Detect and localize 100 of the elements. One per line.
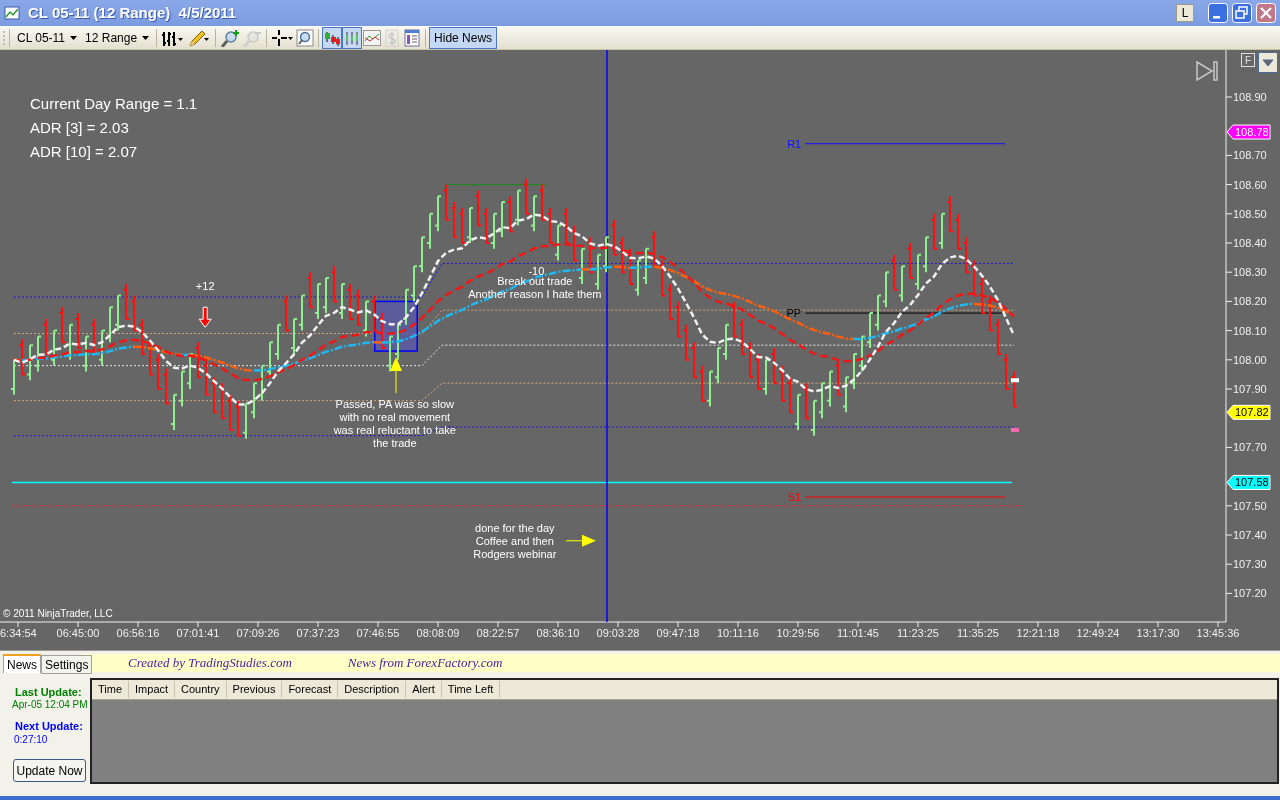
right-arrow-icon <box>566 534 596 547</box>
tick-mark <box>1217 621 1219 628</box>
axis-label: 07:37:23 <box>296 627 340 639</box>
axis-label: 108.50 <box>1233 207 1267 220</box>
trade-label: +12 <box>195 279 215 292</box>
scroll-end-icon[interactable] <box>1196 60 1218 82</box>
news-tab[interactable]: Settings <box>41 655 93 674</box>
tick-mark <box>1225 271 1233 273</box>
pivot-label: PP <box>786 307 802 320</box>
axis-label: 108.10 <box>1233 324 1267 337</box>
credit-text: News from ForexFactory.com <box>347 654 503 673</box>
axis-label: 107.50 <box>1233 499 1267 512</box>
tick-mark <box>257 621 259 628</box>
tick-mark <box>377 621 379 628</box>
tick-mark <box>1037 621 1039 628</box>
magnifier-icon <box>296 28 315 47</box>
tick-mark <box>1157 621 1159 628</box>
axis-label: 08:08:09 <box>416 627 460 639</box>
link-button[interactable]: L <box>1176 4 1194 22</box>
copyright-text: © 2011 NinjaTrader, LLC <box>3 608 113 619</box>
hide-news-button[interactable]: Hide News <box>429 26 498 49</box>
axis-label: 08:36:10 <box>536 627 580 639</box>
tick-mark <box>1225 388 1233 390</box>
news-tab[interactable]: News <box>3 654 41 673</box>
tick-mark <box>857 621 859 628</box>
tick-mark <box>437 621 439 628</box>
f-button[interactable]: F <box>1241 53 1255 67</box>
trade-label: -10 <box>528 265 545 278</box>
axis-label: 108.30 <box>1233 266 1267 279</box>
last-update-time: Apr-05 12:04 PM <box>12 698 88 712</box>
pencil-icon <box>187 28 212 47</box>
column-header[interactable]: Alert <box>406 681 442 698</box>
tick-mark <box>1225 330 1233 332</box>
axis-label: 13:17:30 <box>1136 627 1180 639</box>
window-title: CL 05-11 (12 Range) 4/5/2011 <box>28 2 237 23</box>
instrument-dropdown[interactable]: CL 05-11 <box>13 27 82 48</box>
column-header[interactable]: Country <box>175 681 227 698</box>
magnifier-button[interactable] <box>295 26 316 49</box>
stat-text: Current Day Range = 1.1 <box>30 95 198 112</box>
tick-mark <box>1225 592 1233 594</box>
tick-mark <box>1225 96 1233 98</box>
price-tag: 107.82 <box>1226 404 1271 420</box>
price-tag: 108.78 <box>1226 124 1271 140</box>
axis-label: 107.90 <box>1233 383 1267 395</box>
column-header[interactable]: Time Left <box>441 681 501 698</box>
tick-mark <box>1225 359 1233 361</box>
properties-button[interactable] <box>402 26 423 49</box>
tick-mark <box>497 621 499 628</box>
axis-label: 107.70 <box>1233 441 1267 454</box>
axis-label: 07:46:55 <box>356 627 400 639</box>
tick-mark <box>17 621 19 628</box>
line-chart-icon <box>363 28 382 47</box>
tick-mark <box>557 621 559 628</box>
tick-mark <box>617 621 619 628</box>
axis-label: 108.00 <box>1233 353 1267 366</box>
axis-label: 10:29:56 <box>776 627 820 639</box>
axis-label: 107.30 <box>1233 558 1267 571</box>
close-icon[interactable] <box>1256 3 1276 23</box>
minimize-icon[interactable] <box>1208 3 1228 23</box>
tick-mark <box>1225 213 1233 215</box>
zoom-in-icon <box>220 28 241 47</box>
column-header[interactable]: Time <box>92 681 130 698</box>
axis-label: 07:01:41 <box>176 627 220 639</box>
dropdown-button[interactable] <box>1258 52 1278 73</box>
restore-icon[interactable] <box>1232 3 1252 23</box>
tick-mark <box>917 621 919 628</box>
stat-text: ADR [10] = 2.07 <box>30 143 138 160</box>
crosshair-icon <box>271 28 295 47</box>
stat-text: ADR [3] = 2.03 <box>30 119 129 136</box>
tick-mark <box>737 621 739 628</box>
credit-text: Created by TradingStudies.com <box>128 654 292 673</box>
column-header[interactable]: Forecast <box>282 681 339 698</box>
zoom-out-icon <box>242 28 263 47</box>
tick-mark <box>977 621 979 628</box>
axis-label: 108.70 <box>1233 149 1267 162</box>
axis-label: 10:11:16 <box>717 627 759 639</box>
price-marker <box>1011 378 1019 383</box>
last-update-label: Last Update: <box>15 685 82 700</box>
candlestick-button[interactable] <box>342 26 363 49</box>
column-header[interactable]: Description <box>338 681 407 698</box>
column-header[interactable]: Impact <box>129 681 176 698</box>
tick-mark <box>797 621 799 628</box>
tick-mark <box>1225 184 1233 186</box>
update-now-button[interactable]: Update Now <box>13 759 86 782</box>
period-dropdown[interactable]: 12 Range <box>81 27 154 48</box>
tick-mark <box>1225 446 1233 448</box>
note-text: Passed, PA was so slow with no real movement was real reluctant to take the trade <box>333 398 456 449</box>
axis-label: 13:45:36 <box>1196 627 1240 639</box>
down-arrow-icon <box>198 306 212 328</box>
bar-style-button[interactable] <box>322 26 343 49</box>
axis-label: 108.60 <box>1233 178 1267 191</box>
tick-mark <box>1225 242 1233 244</box>
pivot-label: S1 <box>787 491 802 504</box>
column-header[interactable]: Previous <box>226 681 283 698</box>
axis-label: 09:47:18 <box>656 627 700 639</box>
next-update-time: 0:27:10 <box>14 733 48 747</box>
chart-app-icon <box>4 5 20 21</box>
tick-mark <box>677 621 679 628</box>
tick-mark <box>317 621 319 628</box>
price-tag: 107.58 <box>1226 474 1271 490</box>
